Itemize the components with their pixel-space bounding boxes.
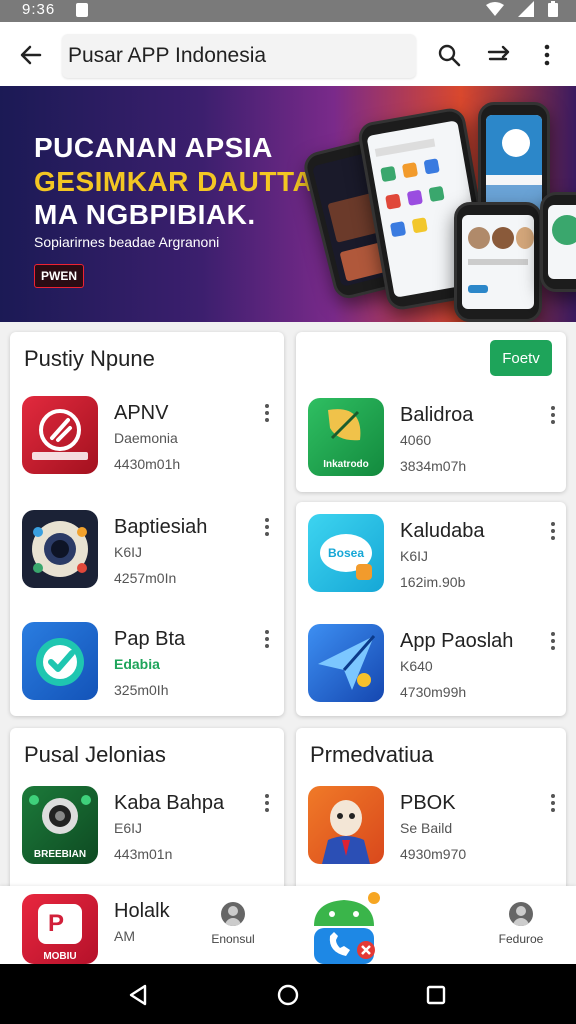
- nav-label: Feduroe: [498, 932, 544, 946]
- banner-subtitle: Sopiarirnes beadae Argranoni: [34, 234, 220, 250]
- more-options-icon[interactable]: [262, 794, 272, 816]
- paper-plane-app-icon: [308, 624, 384, 702]
- phone-illustration: [454, 202, 542, 322]
- battery-icon: [548, 1, 558, 17]
- camera-lens-app-icon: [22, 510, 98, 588]
- more-options-icon[interactable]: [262, 518, 272, 540]
- section-card: Prmedvatiua PBOK Se Baild 4930m970: [296, 728, 566, 898]
- more-options-icon[interactable]: [262, 404, 272, 426]
- promo-banner[interactable]: PUCANAN APSIA GESIMKAR DAUTTAL MA NGBPIB…: [0, 86, 576, 322]
- android-phone-app-icon[interactable]: [308, 890, 380, 964]
- more-options-icon[interactable]: [548, 406, 558, 428]
- status-bar: 9:36: [0, 0, 576, 22]
- recents-square-icon[interactable]: [426, 985, 446, 1005]
- app-list-item[interactable]: App Paoslah K640 4730m99h: [296, 624, 556, 714]
- app-meta: 162im.90b: [400, 574, 466, 590]
- app-bar: [0, 22, 576, 86]
- app-meta: 325m0Ih: [114, 682, 169, 698]
- home-circle-icon[interactable]: [277, 984, 299, 1006]
- phone-illustration: [540, 192, 576, 292]
- search-icon[interactable]: [434, 40, 464, 70]
- section-title: Pustiy Npune: [24, 346, 155, 371]
- section-card: Pusal Jelonias BREEBIAN Kaba Bahpa E6IJ …: [10, 728, 284, 898]
- app-name: Pap Bta: [114, 628, 186, 650]
- status-icons: [486, 1, 558, 17]
- more-options-icon[interactable]: [532, 40, 562, 70]
- leaf-app-icon: Inkatrodo: [308, 398, 384, 476]
- app-list-item[interactable]: Pap Bta Edabia 325m0Ih: [10, 622, 270, 712]
- app-meta: 4257m0In: [114, 570, 177, 586]
- app-name: PBOK: [400, 792, 456, 814]
- app-developer: K640: [400, 658, 433, 674]
- app-meta: 4930m970: [400, 846, 467, 862]
- app-meta: 4430m01h: [114, 456, 181, 472]
- signal-icon: [518, 1, 534, 17]
- app-list-item[interactable]: Baptiesiah K6IJ 4257m0In: [10, 510, 270, 600]
- status-time: 9:36: [22, 1, 56, 18]
- notification-icon: [76, 3, 88, 17]
- app-name: Kaba Bahpa: [114, 792, 225, 814]
- app-meta: 443m01n: [114, 846, 173, 862]
- app-name: APNV: [114, 402, 169, 424]
- app-developer: Edabia: [114, 656, 160, 672]
- app-name: Kaludaba: [400, 520, 485, 542]
- cartoon-app-icon: [308, 786, 384, 864]
- app-icon-label: Inkatrodo: [323, 459, 369, 470]
- app-developer: K6IJ: [114, 544, 143, 560]
- section-card: Pustiy Npune APNV Daemonia 4430m01h Bapt…: [10, 332, 284, 716]
- section-card: Foetv Inkatrodo Balidroa 4060 3834m07h: [296, 332, 566, 492]
- app-name: Holalk: [114, 900, 170, 922]
- app-developer: K6IJ: [400, 548, 429, 564]
- app-name: Balidroa: [400, 404, 474, 426]
- share-icon[interactable]: [484, 40, 514, 70]
- app-developer: Se Baild: [400, 820, 453, 836]
- app-meta: 4730m99h: [400, 684, 467, 700]
- app-developer: Daemonia: [114, 430, 178, 446]
- app-list-item[interactable]: Bosea Kaludaba K6IJ 162im.90b: [296, 514, 556, 604]
- camera-app-icon: BREEBIAN: [22, 786, 98, 864]
- more-options-icon[interactable]: [548, 794, 558, 816]
- more-options-icon[interactable]: [548, 632, 558, 654]
- system-navigation-bar: [0, 964, 576, 1024]
- banner-headline-2: GESIMKAR DAUTTAL: [34, 166, 331, 197]
- profile-icon: [221, 902, 245, 926]
- bottom-nav: P MOBIU Holalk AM Enonsul Feduroe: [0, 886, 576, 964]
- app-list-item[interactable]: APNV Daemonia 4430m01h: [10, 396, 270, 486]
- search-input[interactable]: [62, 34, 416, 78]
- app-list-item[interactable]: PBOK Se Baild 4930m970: [296, 786, 556, 876]
- section-title: Prmedvatiua: [310, 742, 434, 767]
- wifi-icon: [486, 2, 504, 16]
- app-developer: 4060: [400, 432, 432, 448]
- banner-headline-3: MA NGBPIBIAK.: [34, 199, 256, 230]
- app-developer: AM: [114, 928, 135, 944]
- app-list-item[interactable]: BREEBIAN Kaba Bahpa E6IJ 443m01n: [10, 786, 270, 876]
- back-arrow-icon[interactable]: [16, 40, 46, 70]
- app-icon-label: BREEBIAN: [33, 849, 87, 860]
- section-title: Pusal Jelonias: [24, 742, 166, 767]
- app-name: Baptiesiah: [114, 516, 208, 538]
- filter-chip[interactable]: Foetv: [490, 340, 552, 376]
- banner-headline-1: PUCANAN APSIA: [34, 132, 273, 163]
- profile-icon: [509, 902, 533, 926]
- app-icon-label: MOBIU: [43, 951, 77, 962]
- more-options-icon[interactable]: [262, 630, 272, 652]
- app-list-item[interactable]: Inkatrodo Balidroa 4060 3834m07h: [296, 398, 556, 488]
- nav-label: Enonsul: [211, 932, 255, 946]
- app-meta: 3834m07h: [400, 458, 467, 474]
- back-triangle-icon[interactable]: [128, 984, 148, 1006]
- more-options-icon[interactable]: [548, 522, 558, 544]
- checkmark-app-icon: [22, 622, 98, 700]
- nav-item-left[interactable]: Enonsul: [198, 898, 268, 946]
- search-field[interactable]: [62, 34, 416, 78]
- app-developer: E6IJ: [114, 820, 143, 836]
- app-icon-label: Bosea: [327, 546, 365, 560]
- banner-button[interactable]: PWEN: [34, 264, 84, 288]
- rocket-app-icon: [22, 396, 98, 474]
- section-card: Bosea Kaludaba K6IJ 162im.90b App Paosla…: [296, 502, 566, 716]
- bosea-app-icon: Bosea: [308, 514, 384, 592]
- book-app-icon: P MOBIU: [22, 894, 98, 964]
- app-name: App Paoslah: [400, 630, 514, 652]
- nav-item-right[interactable]: Feduroe: [486, 898, 556, 946]
